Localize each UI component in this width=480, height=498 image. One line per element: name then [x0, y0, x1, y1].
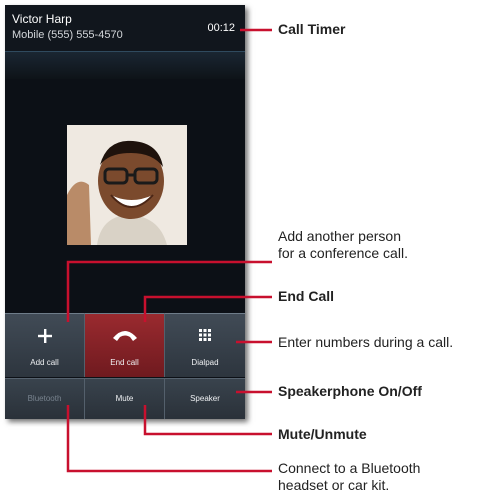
add-call-line	[66, 260, 272, 322]
bluetooth-line	[66, 405, 272, 473]
callout-lines	[66, 28, 272, 473]
mute-line	[143, 405, 272, 436]
mute-callout: Mute/Unmute	[278, 426, 367, 442]
bluetooth-callout-line1: Connect to a Bluetooth	[278, 460, 421, 476]
add-person-callout-line1: Add another person	[278, 228, 401, 244]
dialpad-callout: Enter numbers during a call.	[278, 334, 454, 350]
end-call-line	[143, 295, 272, 322]
add-person-callout-line2: for a conference call.	[278, 245, 408, 261]
speakerphone-callout: Speakerphone On/Off	[278, 383, 422, 399]
bluetooth-callout-line2: headset or car kit.	[278, 477, 390, 493]
end-call-callout: End Call	[278, 288, 335, 304]
call-timer-callout: Call Timer	[278, 21, 346, 37]
